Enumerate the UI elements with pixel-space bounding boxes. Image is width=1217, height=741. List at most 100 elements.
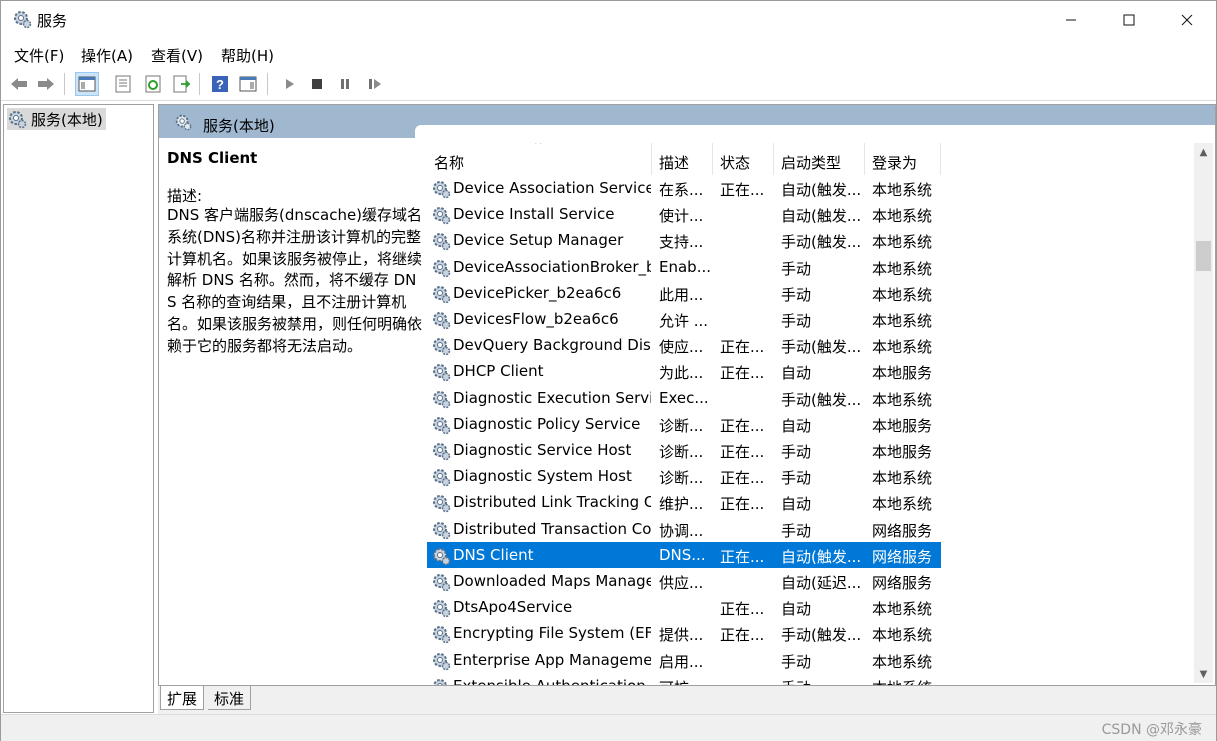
tree-item-services-local[interactable]: 服务(本地) — [7, 108, 106, 130]
service-logon-as: 本地服务 — [872, 443, 933, 461]
stop-service-button[interactable] — [305, 72, 329, 96]
service-row[interactable]: Enterprise App Manageme... 启用... 手动 本地系统 — [427, 647, 941, 673]
service-name: DtsApo4Service — [453, 598, 573, 617]
maximize-button[interactable] — [1100, 1, 1158, 39]
service-description-cell: DNS... — [659, 545, 706, 564]
watermark: CSDN @邓永豪 — [1101, 722, 1202, 738]
help-icon: ? — [212, 76, 228, 92]
title-bar: 服务 — [1, 1, 1216, 39]
menu-action[interactable]: 操作(A) — [81, 45, 133, 66]
service-description-cell: 启用... — [659, 652, 704, 671]
show-action-pane-button[interactable] — [236, 72, 260, 96]
service-row[interactable]: Distributed Link Tracking C... 维护... 正在...… — [427, 489, 941, 515]
content-pane: 服务(本地) DNS Client 描述: DNS 客户端服务(dnscache… — [158, 104, 1216, 686]
service-row[interactable]: Device Association Service 在系... 正在... 自动(触… — [427, 175, 941, 201]
service-startup-type: 手动 — [781, 652, 812, 671]
tab-standard[interactable]: 标准 — [208, 686, 252, 710]
tab-extended[interactable]: 扩展 — [160, 686, 205, 710]
minimize-button[interactable] — [1042, 1, 1100, 39]
pause-service-button[interactable] — [333, 72, 357, 96]
service-row[interactable]: Encrypting File System (EFS) 提供... 正在... 手动… — [427, 620, 941, 646]
properties-button[interactable] — [111, 72, 135, 96]
service-row[interactable]: DtsApo4Service 正在... 自动 本地系统 — [427, 594, 941, 620]
service-status: 正在... — [720, 469, 765, 488]
refresh-button[interactable] — [141, 72, 165, 96]
refresh-icon — [145, 75, 161, 93]
service-row[interactable]: DevicePicker_b2ea6c6 此用... 手动 本地系统 — [427, 280, 941, 306]
service-row[interactable]: Distributed Transaction Co... 协调... 手动 网络服务 — [427, 516, 941, 542]
service-description-cell: 在系... — [659, 181, 704, 199]
service-row[interactable]: DevQuery Background Dis... 使应... 正在... 手动(触… — [427, 332, 941, 358]
scroll-up-icon[interactable]: ▲ — [1194, 143, 1213, 161]
service-name: Enterprise App Manageme... — [453, 650, 651, 669]
service-logon-as: 网络服务 — [872, 521, 933, 540]
back-button[interactable] — [7, 72, 31, 96]
service-startup-type: 手动(触发... — [781, 390, 862, 409]
service-row[interactable]: Diagnostic System Host 诊断... 正在... 手动 本地系统 — [427, 463, 941, 489]
service-status: 正在... — [720, 364, 765, 383]
service-row[interactable]: Diagnostic Service Host 诊断... 正在... 手动 本地服务 — [427, 437, 941, 463]
column-header-name[interactable]: ^ 名称 — [427, 143, 652, 175]
menu-view[interactable]: 查看(V) — [151, 45, 203, 66]
vertical-scrollbar[interactable]: ▲ ▼ — [1194, 143, 1213, 683]
service-row[interactable]: Device Setup Manager 支持... 手动(触发... 本地系统 — [427, 227, 941, 253]
close-button[interactable] — [1158, 1, 1216, 39]
service-logon-as: 本地系统 — [872, 390, 933, 409]
service-status: 正在... — [720, 495, 765, 514]
console-tree: 服务(本地) — [3, 104, 154, 713]
service-gear-icon — [433, 547, 451, 566]
service-description-cell: 协调... — [659, 521, 704, 540]
column-header-description[interactable]: 描述 — [652, 143, 713, 175]
service-name: Extensible Authentication ... — [453, 677, 651, 685]
service-description-cell: Enab... — [659, 257, 711, 276]
service-row[interactable]: Device Install Service 使计... 自动(触发... 本地系统 — [427, 201, 941, 227]
start-service-button[interactable] — [277, 72, 301, 96]
service-name: Device Association Service — [453, 179, 651, 197]
service-startup-type: 手动(触发... — [781, 233, 862, 252]
service-name: Downloaded Maps Manager — [453, 572, 651, 590]
service-row[interactable]: Downloaded Maps Manager 供应... 自动(延迟... 网络服务 — [427, 568, 941, 594]
header-notch — [415, 125, 1215, 139]
maximize-icon — [1123, 14, 1135, 26]
service-logon-as: 本地系统 — [872, 652, 933, 671]
service-row[interactable]: DevicesFlow_b2ea6c6 允许 ... 手动 本地系统 — [427, 306, 941, 332]
column-header-status[interactable]: 状态 — [713, 143, 774, 175]
service-logon-as: 本地系统 — [872, 338, 933, 357]
service-status: 正在... — [720, 416, 765, 435]
service-row[interactable]: DeviceAssociationBroker_b... Enab... 手动 本地系… — [427, 254, 941, 280]
service-row[interactable]: Diagnostic Execution Service Exec... 手动(触发… — [427, 385, 941, 411]
show-hide-console-tree-button[interactable] — [75, 72, 99, 96]
column-header-startup-type[interactable]: 启动类型 — [774, 143, 865, 175]
scroll-down-icon[interactable]: ▼ — [1194, 665, 1213, 683]
service-startup-type: 自动(延迟... — [781, 574, 862, 592]
service-startup-type: 手动 — [781, 677, 865, 685]
service-startup-type: 自动(触发... — [781, 547, 862, 566]
column-header-logon-as[interactable]: 登录为 — [865, 143, 941, 175]
menu-file[interactable]: 文件(F) — [14, 45, 64, 66]
service-gear-icon — [433, 338, 451, 356]
service-gear-icon — [433, 181, 451, 199]
export-list-button[interactable] — [169, 72, 193, 96]
forward-arrow-icon — [38, 78, 54, 90]
restart-service-button[interactable] — [363, 72, 387, 96]
menu-bar: 文件(F) 操作(A) 查看(V) 帮助(H) — [1, 41, 1216, 67]
forward-button[interactable] — [34, 72, 58, 96]
service-row[interactable]: DHCP Client 为此... 正在... 自动 本地服务 — [427, 358, 941, 384]
service-gear-icon — [433, 678, 447, 685]
service-row[interactable]: DNS Client DNS... 正在... 自动(触发... 网络服务 — [427, 541, 941, 568]
service-row[interactable]: Extensible Authentication ... 可扩... 手动本地系统 — [427, 673, 941, 685]
service-name: Diagnostic Policy Service — [453, 414, 641, 433]
services-gear-icon — [175, 114, 192, 131]
service-logon-as: 本地系统 — [872, 469, 933, 488]
service-row[interactable]: Diagnostic Policy Service 诊断... 正在... 自动 本地服… — [427, 411, 941, 437]
menu-help[interactable]: 帮助(H) — [221, 45, 274, 66]
view-tabs: 扩展 标准 — [158, 686, 1216, 714]
help-button[interactable]: ? — [208, 72, 232, 96]
service-startup-type: 自动 — [781, 600, 812, 619]
service-name: Diagnostic Execution Service — [453, 388, 651, 407]
service-startup-type: 自动 — [781, 364, 812, 383]
service-description-cell: 允许 ... — [659, 312, 709, 330]
scroll-thumb[interactable] — [1196, 241, 1211, 271]
service-status: 正在... — [720, 181, 765, 199]
service-gear-icon — [433, 312, 451, 330]
